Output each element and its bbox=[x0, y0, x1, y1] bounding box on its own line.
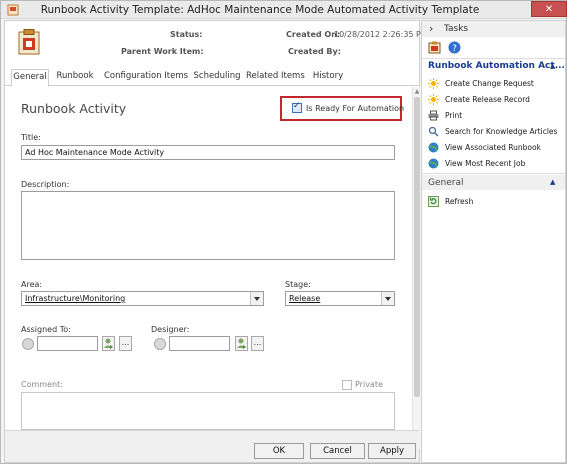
designer-field[interactable] bbox=[169, 336, 230, 351]
window-title: Runbook Activity Template: AdHoc Mainten… bbox=[40, 4, 480, 16]
form-icon bbox=[18, 29, 40, 55]
pick-designer-icon[interactable] bbox=[235, 336, 248, 351]
area-value: Infrastructure\Monitoring bbox=[25, 294, 126, 303]
private-checkbox[interactable] bbox=[342, 380, 352, 390]
form-pane: Status: Parent Work Item: Created On: 10… bbox=[4, 20, 428, 463]
task-label: View Associated Runbook bbox=[445, 143, 541, 152]
runbook-automation-group-title[interactable]: Runbook Automation Act... bbox=[428, 61, 565, 71]
ready-for-automation-label: Is Ready For Automation bbox=[306, 104, 405, 113]
expand-icon[interactable]: › bbox=[429, 22, 433, 35]
stage-value: Release bbox=[289, 294, 321, 303]
dialog-footer: OK Cancel Apply bbox=[5, 430, 419, 462]
chevron-down-icon[interactable] bbox=[250, 292, 263, 305]
cancel-button[interactable]: Cancel bbox=[310, 443, 365, 459]
comment-field[interactable] bbox=[21, 392, 395, 430]
designer-status-icon bbox=[154, 338, 166, 350]
private-label: Private bbox=[355, 380, 383, 389]
task-label: Create Release Record bbox=[445, 95, 530, 104]
stage-label: Stage: bbox=[285, 280, 311, 289]
task-label: Search for Knowledge Articles bbox=[445, 127, 558, 136]
general-group-header: General ▲ bbox=[422, 175, 565, 190]
tasks-toolbar: ? bbox=[422, 37, 565, 59]
status-label: Status: bbox=[170, 30, 203, 39]
tab-related-items[interactable]: Related Items bbox=[246, 69, 305, 86]
stage-dropdown[interactable]: Release bbox=[285, 291, 395, 306]
tasks-header: › Tasks bbox=[422, 21, 565, 37]
designer-label: Designer: bbox=[151, 325, 190, 334]
designer-browse-button[interactable]: ... bbox=[251, 336, 264, 351]
task-label: Create Change Request bbox=[445, 79, 534, 88]
apply-button[interactable]: Apply bbox=[368, 443, 416, 459]
form-icon[interactable] bbox=[428, 41, 441, 54]
tasks-title: Tasks bbox=[444, 24, 469, 34]
ready-for-automation-checkbox[interactable] bbox=[292, 101, 302, 113]
created-on-value: 10/28/2012 2:26:35 PM bbox=[334, 30, 428, 39]
tab-scheduling[interactable]: Scheduling bbox=[192, 69, 242, 86]
sun-icon bbox=[428, 78, 439, 89]
task-label: Print bbox=[445, 111, 463, 120]
pick-user-icon[interactable] bbox=[102, 336, 115, 351]
collapse-icon[interactable]: ▲ bbox=[550, 62, 555, 70]
sun-icon bbox=[428, 94, 439, 105]
svg-text:?: ? bbox=[452, 44, 457, 54]
title-label: Title: bbox=[21, 133, 41, 142]
close-button[interactable]: ✕ bbox=[531, 1, 567, 17]
area-dropdown[interactable]: Infrastructure\Monitoring bbox=[21, 291, 264, 306]
window: Runbook Activity Template: AdHoc Mainten… bbox=[0, 0, 567, 464]
scroll-up-icon[interactable]: ▲ bbox=[414, 88, 420, 95]
title-field[interactable]: Ad Hoc Maintenance Mode Activity bbox=[21, 145, 395, 160]
assigned-to-label: Assigned To: bbox=[21, 325, 71, 334]
help-icon[interactable]: ? bbox=[448, 41, 461, 54]
vertical-scrollbar[interactable]: ▲ bbox=[412, 87, 420, 449]
scrollbar-thumb[interactable] bbox=[414, 97, 420, 397]
comment-label: Comment: bbox=[21, 380, 63, 389]
assigned-to-field[interactable] bbox=[37, 336, 98, 351]
tab-history[interactable]: History bbox=[309, 69, 347, 86]
collapse-icon[interactable]: ▲ bbox=[550, 178, 555, 186]
assigned-to-browse-button[interactable]: ... bbox=[119, 336, 132, 351]
printer-icon bbox=[428, 110, 439, 121]
parent-work-item-label: Parent Work Item: bbox=[121, 47, 204, 56]
user-status-icon bbox=[22, 338, 34, 350]
chevron-down-icon[interactable] bbox=[381, 292, 394, 305]
created-on-label: Created On: bbox=[286, 30, 341, 39]
general-group-title[interactable]: General bbox=[428, 178, 463, 188]
ok-button[interactable]: OK bbox=[254, 443, 304, 459]
description-label: Description: bbox=[21, 180, 70, 189]
ready-for-automation-highlight: Is Ready For Automation bbox=[280, 96, 405, 121]
section-title: Runbook Activity bbox=[21, 101, 127, 116]
title-bar: Runbook Activity Template: AdHoc Mainten… bbox=[1, 1, 567, 19]
description-field[interactable] bbox=[21, 191, 395, 260]
globe-icon bbox=[428, 158, 439, 169]
refresh-icon bbox=[428, 196, 439, 207]
tab-general[interactable]: General bbox=[11, 69, 49, 87]
task-label: Refresh bbox=[445, 197, 474, 206]
divider bbox=[422, 173, 565, 174]
globe-icon bbox=[428, 142, 439, 153]
created-by-label: Created By: bbox=[288, 47, 341, 56]
task-label: View Most Recent Job bbox=[445, 159, 526, 168]
tab-configuration-items[interactable]: Configuration Items bbox=[103, 69, 189, 86]
search-icon bbox=[428, 126, 439, 137]
area-label: Area: bbox=[21, 280, 43, 289]
tab-bar: General Runbook Configuration Items Sche… bbox=[5, 66, 419, 87]
tasks-pane: › Tasks ? Runbook Automation Act... ▲ Cr… bbox=[421, 20, 566, 463]
tab-runbook[interactable]: Runbook bbox=[55, 69, 95, 86]
